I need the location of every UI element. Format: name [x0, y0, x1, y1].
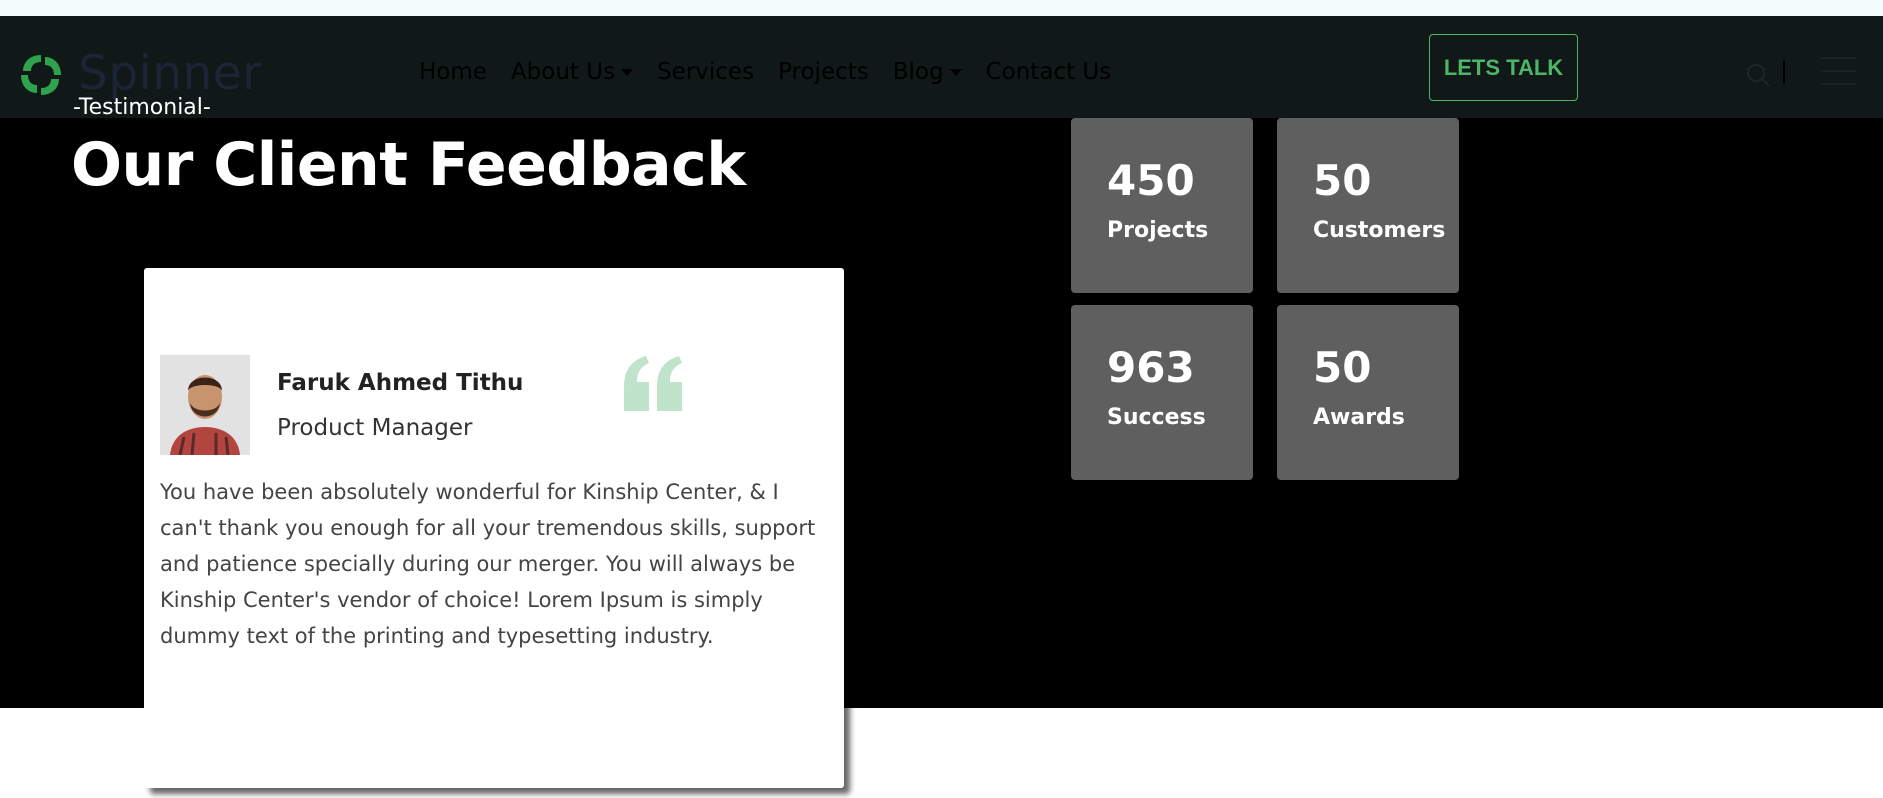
reviewer-name: Faruk Ahmed Tithu: [277, 370, 524, 396]
testimonial-card: Faruk Ahmed Tithu Product Manager You ha…: [144, 268, 844, 788]
stat-card-success: 963 Success: [1071, 305, 1253, 480]
caret-down-icon: [621, 68, 634, 76]
stat-label: Customers: [1313, 218, 1446, 243]
stat-label: Success: [1107, 405, 1206, 430]
stat-card-awards: 50 Awards: [1277, 305, 1459, 480]
stat-card-projects: 450 Projects: [1071, 118, 1253, 293]
stat-label: Projects: [1107, 218, 1209, 243]
lets-talk-button[interactable]: LETS TALK: [1429, 34, 1578, 101]
hamburger-menu-icon[interactable]: [1820, 57, 1856, 85]
nav-item-blog[interactable]: Blog: [893, 59, 962, 85]
nav-item-about-us[interactable]: About Us: [510, 59, 634, 85]
nav-item-label: Contact Us: [985, 59, 1112, 85]
quote-icon: [624, 356, 682, 411]
stat-value: 50: [1313, 343, 1372, 392]
stat-value: 963: [1107, 343, 1195, 392]
nav-divider: [1783, 61, 1785, 83]
nav-item-home[interactable]: Home: [419, 59, 487, 85]
search-icon[interactable]: [1745, 62, 1771, 88]
nav-item-projects[interactable]: Projects: [778, 59, 869, 85]
stat-value: 450: [1107, 156, 1195, 205]
spinner-logo-icon[interactable]: [17, 51, 65, 99]
nav-item-label: Projects: [778, 59, 869, 85]
testimonial-text: You have been absolutely wonderful for K…: [160, 480, 816, 648]
nav-item-label: Home: [419, 59, 487, 85]
caret-down-icon: [949, 68, 962, 76]
brand-name[interactable]: Spinner: [78, 46, 262, 101]
top-strip: [0, 0, 1883, 16]
stat-card-customers: 50 Customers: [1277, 118, 1459, 293]
nav-item-label: Services: [657, 59, 755, 85]
nav-item-label: Blog: [892, 59, 944, 85]
nav-item-label: About Us: [510, 59, 616, 85]
section-title: Our Client Feedback: [71, 130, 746, 200]
navbar: Spinner Home About Us Services Projects …: [0, 16, 1883, 118]
stat-value: 50: [1313, 156, 1372, 205]
avatar: [160, 355, 250, 455]
reviewer-role: Product Manager: [277, 415, 473, 441]
section-eyebrow: -Testimonial-: [73, 95, 211, 120]
stat-label: Awards: [1313, 405, 1405, 430]
nav-item-contact-us[interactable]: Contact Us: [986, 59, 1112, 85]
main-nav: Home About Us Services Projects Blog Con…: [419, 59, 1111, 85]
nav-item-services[interactable]: Services: [657, 59, 754, 85]
